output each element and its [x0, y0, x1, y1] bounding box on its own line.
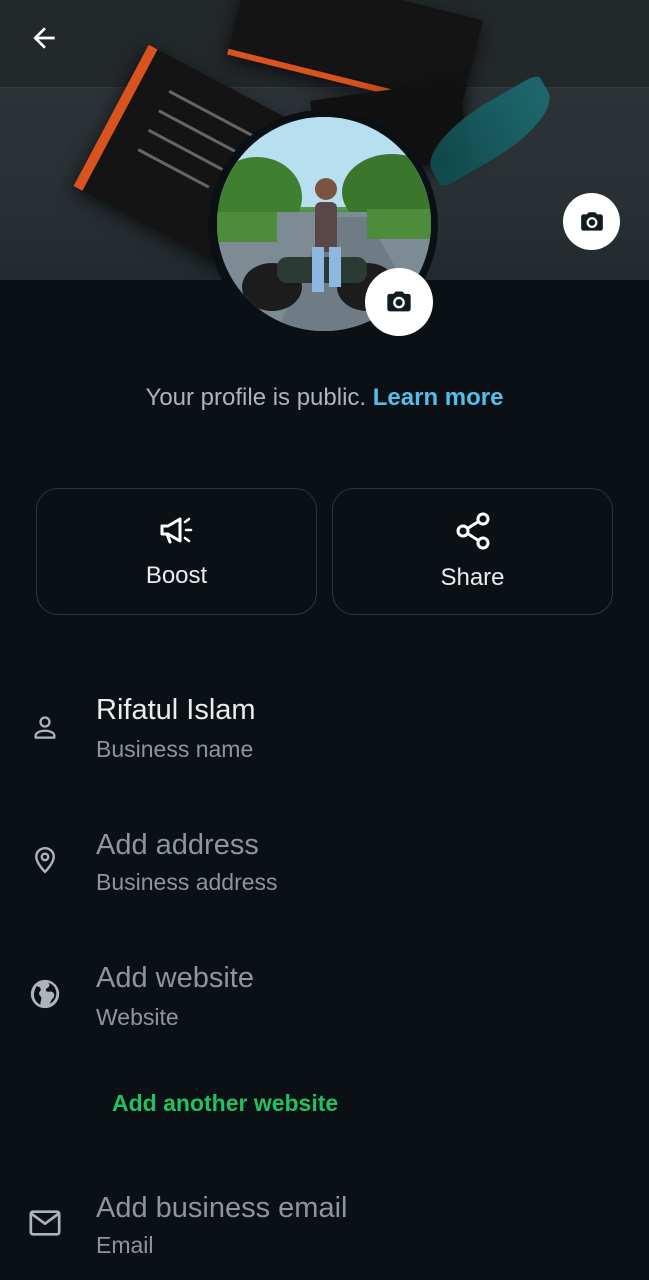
address-label: Business address	[96, 869, 278, 895]
business-address-row[interactable]: Add address Business address	[0, 825, 649, 905]
share-icon	[456, 512, 489, 549]
camera-icon	[580, 211, 603, 231]
email-value: Add business email	[96, 1192, 348, 1224]
website-value: Add website	[96, 962, 254, 994]
profile-public-note: Your profile is public. Learn more	[0, 384, 649, 412]
boost-label: Boost	[145, 561, 208, 589]
website-label: Website	[96, 1004, 179, 1030]
address-value: Add address	[96, 829, 259, 861]
person-icon	[26, 708, 64, 746]
email-row[interactable]: Add business email Email	[0, 1188, 649, 1268]
change-cover-button[interactable]	[563, 193, 620, 250]
boost-button[interactable]: Boost	[36, 488, 317, 615]
add-another-website-link[interactable]: Add another website	[112, 1090, 338, 1117]
business-name-row[interactable]: Rifatul Islam Business name	[0, 690, 649, 770]
change-avatar-button[interactable]	[365, 268, 433, 336]
email-label: Email	[96, 1232, 154, 1258]
mail-icon	[26, 1204, 64, 1242]
learn-more-link[interactable]: Learn more	[373, 384, 504, 411]
globe-icon	[26, 975, 64, 1013]
business-name-label: Business name	[96, 736, 254, 762]
location-pin-icon	[26, 841, 64, 879]
share-button[interactable]: Share	[332, 488, 613, 615]
public-text: Your profile is public.	[145, 384, 367, 411]
website-row[interactable]: Add website Website	[0, 958, 649, 1038]
back-button[interactable]	[18, 18, 70, 58]
megaphone-icon	[160, 517, 192, 543]
arrow-left-icon	[33, 27, 55, 49]
share-label: Share	[440, 563, 505, 591]
camera-icon	[387, 291, 411, 312]
business-name-value: Rifatul Islam	[96, 694, 256, 726]
